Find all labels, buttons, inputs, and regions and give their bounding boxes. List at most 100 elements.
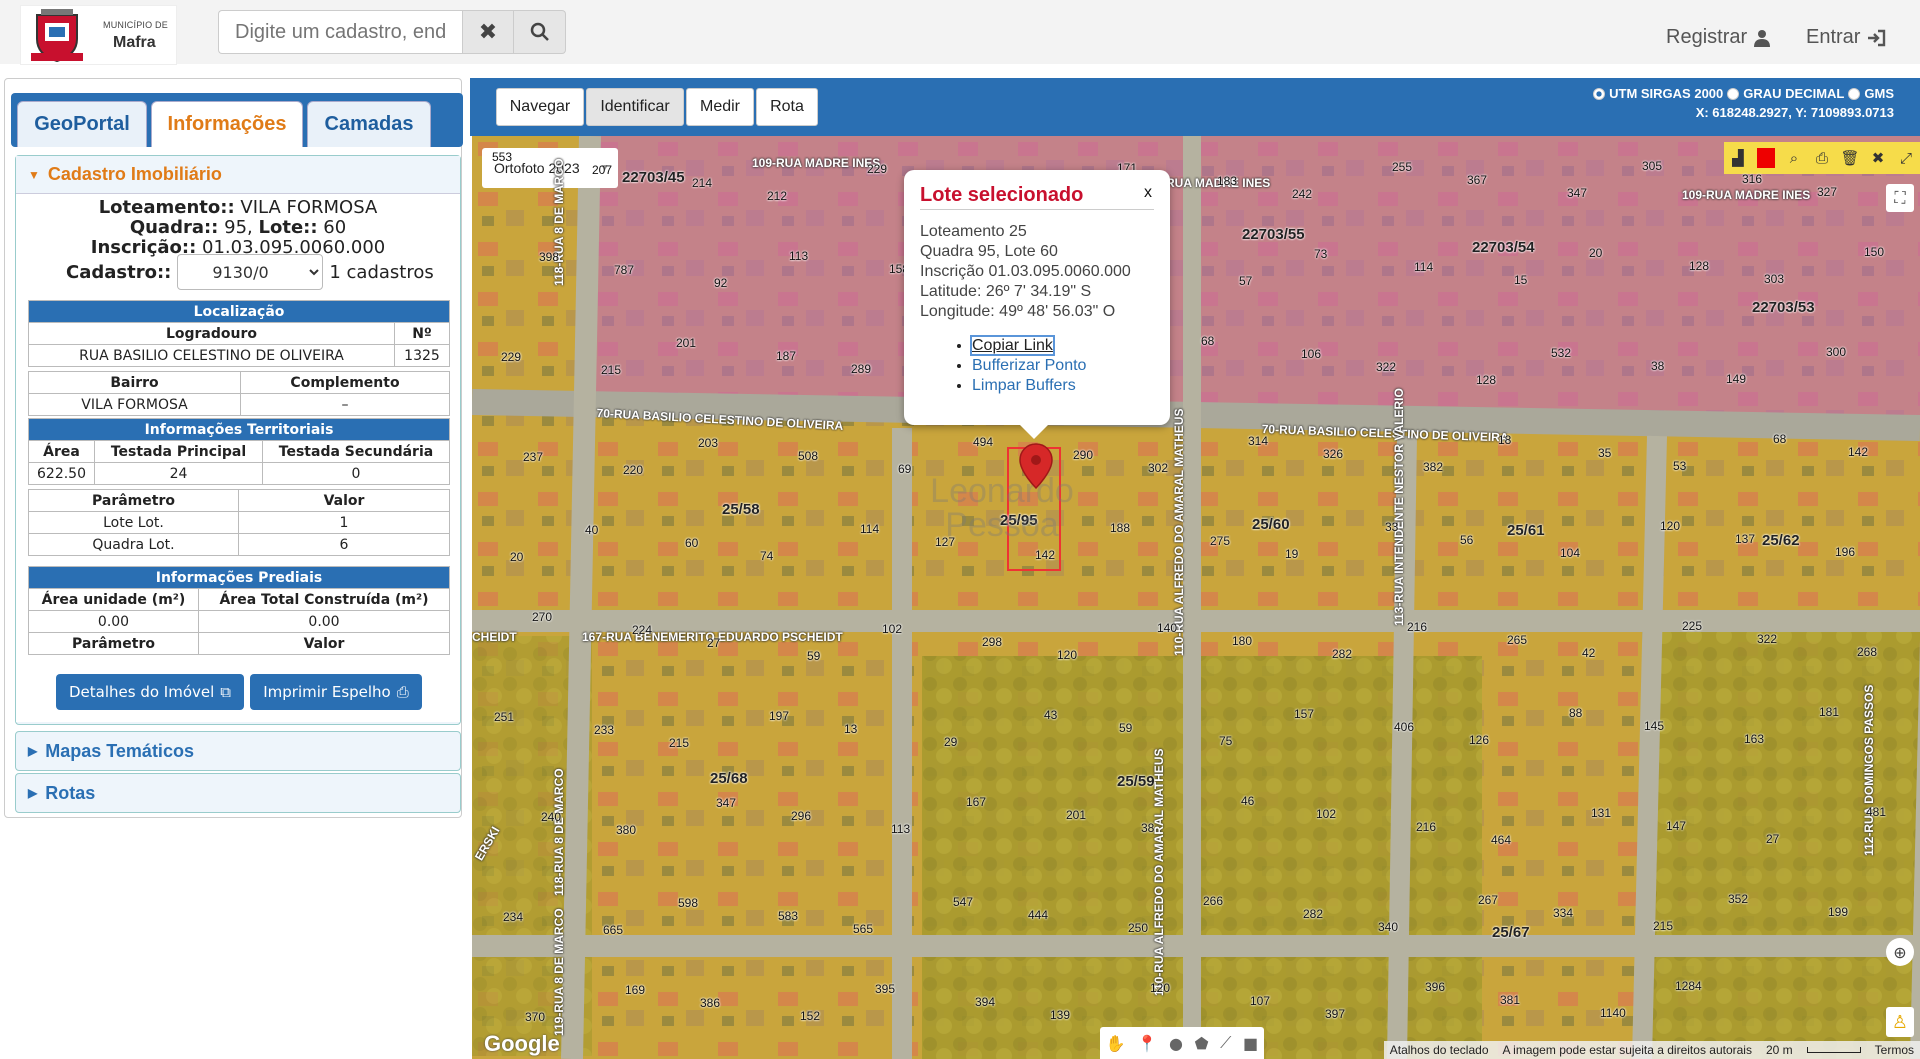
caret-down-icon: ▼ bbox=[28, 167, 40, 182]
lot-number: 322 bbox=[1376, 360, 1397, 374]
close-icon[interactable]: ✖ bbox=[1864, 144, 1892, 172]
buffer-point-link[interactable]: Bufferizar Ponto bbox=[972, 357, 1086, 374]
recenter-icon[interactable]: ⊕ bbox=[1886, 938, 1914, 966]
rotas-header[interactable]: ▶ Rotas bbox=[16, 774, 460, 812]
lot-number: 59 bbox=[1119, 721, 1133, 735]
param-value: 6 bbox=[238, 533, 450, 556]
cadastro-accordion: ▼ Cadastro Imobiliário Loteamento:: VILA… bbox=[15, 155, 461, 725]
lot-number: 340 bbox=[1378, 920, 1399, 934]
fullscreen-icon[interactable]: ⛶ bbox=[1886, 184, 1914, 212]
gms-radio[interactable] bbox=[1848, 87, 1861, 100]
navegar-button[interactable]: Navegar bbox=[496, 88, 584, 126]
medir-button[interactable]: Medir bbox=[686, 88, 754, 126]
lot-number: 157 bbox=[1294, 707, 1315, 721]
lot-number: 201 bbox=[676, 336, 697, 350]
lot-number: 152 bbox=[800, 1009, 821, 1023]
search-button[interactable] bbox=[514, 10, 566, 54]
lot-number: 20 bbox=[510, 550, 524, 564]
lot-number: 282 bbox=[1332, 647, 1353, 661]
search-input[interactable] bbox=[218, 10, 462, 54]
lot-number: 464 bbox=[1491, 833, 1512, 847]
lot-number: 27 bbox=[1766, 832, 1780, 846]
print-icon: ⎙ bbox=[396, 683, 409, 701]
tab-geoportal[interactable]: GeoPortal bbox=[17, 101, 147, 147]
polyline-icon[interactable]: ⟋ bbox=[1220, 1033, 1231, 1053]
popup-close-button[interactable]: x bbox=[1144, 184, 1152, 202]
quadra-value: 95, bbox=[224, 217, 253, 238]
lot-number: 46 bbox=[1241, 794, 1255, 808]
polygon-icon[interactable]: ⬟ bbox=[1195, 1034, 1209, 1053]
rota-button[interactable]: Rota bbox=[756, 88, 818, 126]
color-swatch[interactable] bbox=[1752, 144, 1780, 172]
details-button[interactable]: Detalhes do Imóvel ⧉ bbox=[56, 674, 244, 710]
clear-buffers-link[interactable]: Limpar Buffers bbox=[972, 377, 1076, 394]
external-link-icon: ⧉ bbox=[220, 683, 231, 701]
keyboard-shortcuts-link[interactable]: Atalhos do teclado bbox=[1390, 1043, 1489, 1057]
clear-search-button[interactable]: ✖ bbox=[462, 10, 514, 54]
lot-number: 397 bbox=[1325, 1007, 1346, 1021]
coordinate-system-selector: UTM SIRGAS 2000 GRAU DECIMAL GMS bbox=[1593, 86, 1894, 101]
street-view-icon[interactable]: ♙ bbox=[1886, 1007, 1914, 1037]
mapas-tematicos-accordion[interactable]: ▶ Mapas Temáticos bbox=[15, 731, 461, 771]
map-canvas[interactable]: Ortofoto 2023 ▼ ▟ ⌕ ⎙ 🗑 ✖ ⤢ ⛶ 109-RUA MA… bbox=[472, 136, 1920, 1059]
utm-radio[interactable] bbox=[1593, 87, 1606, 100]
caret-right-icon: ▶ bbox=[28, 744, 38, 758]
prediais-table: Informações Prediais Área unidade (m²) Á… bbox=[28, 566, 450, 655]
popup-line: Longitude: 49º 48' 56.03" O bbox=[920, 303, 1116, 320]
print-button[interactable]: Imprimir Espelho ⎙ bbox=[250, 674, 422, 710]
identificar-button[interactable]: Identificar bbox=[586, 88, 684, 126]
lot-number: 268 bbox=[1857, 645, 1878, 659]
lot-number: 57 bbox=[1239, 274, 1253, 288]
copy-link[interactable]: Copiar Link bbox=[970, 335, 1055, 356]
lot-number: 107 bbox=[1250, 994, 1271, 1008]
lot-number: 207 bbox=[592, 163, 613, 177]
lot-number: 347 bbox=[1567, 186, 1588, 200]
block-label: 22703/54 bbox=[1472, 239, 1535, 256]
trash-icon[interactable]: 🗑 bbox=[1836, 144, 1864, 172]
lot-number: 303 bbox=[1764, 272, 1785, 286]
cadastro-select[interactable]: 9130/0 bbox=[177, 254, 324, 290]
bairro-table: Bairro Complemento VILA FORMOSA – bbox=[28, 371, 450, 416]
lot-number: 102 bbox=[882, 622, 903, 636]
tab-camadas[interactable]: Camadas bbox=[307, 101, 431, 147]
terms-link[interactable]: Termos bbox=[1875, 1043, 1914, 1057]
print-icon[interactable]: ⎙ bbox=[1808, 144, 1836, 172]
sign-in-icon bbox=[1868, 29, 1886, 46]
zoom-search-icon[interactable]: ⌕ bbox=[1780, 144, 1808, 172]
header: MUNICÍPIO DE Mafra ✖ Registrar Entrar bbox=[0, 0, 1920, 65]
lot-number: 583 bbox=[778, 909, 799, 923]
lot-number: 75 bbox=[1219, 734, 1233, 748]
signal-icon[interactable]: ▟ bbox=[1724, 144, 1752, 172]
register-link[interactable]: Registrar bbox=[1666, 26, 1771, 49]
lot-number: 150 bbox=[1864, 245, 1885, 259]
login-link[interactable]: Entrar bbox=[1806, 26, 1886, 49]
municipality-logo[interactable]: MUNICÍPIO DE Mafra bbox=[20, 5, 177, 65]
lot-number: 19 bbox=[1285, 547, 1299, 561]
hand-icon[interactable]: ✋ bbox=[1106, 1034, 1126, 1053]
lot-number: 229 bbox=[867, 162, 888, 176]
lot-number: 139 bbox=[1050, 1008, 1071, 1022]
cadastro-accordion-header[interactable]: ▼ Cadastro Imobiliário bbox=[16, 156, 460, 194]
lot-number: 240 bbox=[541, 810, 562, 824]
lot-number: 126 bbox=[1469, 733, 1490, 747]
lot-number: 327 bbox=[1817, 185, 1838, 199]
lot-number: 180 bbox=[1232, 634, 1253, 648]
draw-toolbar: ✋ 📍 ● ⬟ ⟋ ■ bbox=[1100, 1027, 1264, 1059]
grau-decimal-radio[interactable] bbox=[1727, 87, 1740, 100]
mapas-tematicos-header[interactable]: ▶ Mapas Temáticos bbox=[16, 732, 460, 770]
bairro-header: Bairro bbox=[28, 371, 241, 394]
rotas-title: Rotas bbox=[45, 782, 96, 803]
lot-number: 215 bbox=[669, 736, 690, 750]
prediais-parametro-header: Parâmetro bbox=[28, 632, 199, 655]
circle-icon[interactable]: ● bbox=[1169, 1034, 1183, 1053]
tab-informacoes[interactable]: Informações bbox=[151, 101, 303, 147]
side-panel: GeoPortal Informações Camadas ▼ Cadastro… bbox=[4, 78, 463, 818]
lot-number: 367 bbox=[1467, 173, 1488, 187]
rectangle-icon[interactable]: ■ bbox=[1243, 1034, 1258, 1053]
login-label: Entrar bbox=[1806, 26, 1861, 48]
lot-number: 394 bbox=[975, 995, 996, 1009]
rotas-accordion[interactable]: ▶ Rotas bbox=[15, 773, 461, 813]
marker-icon[interactable]: 📍 bbox=[1137, 1034, 1157, 1053]
expand-icon[interactable]: ⤢ bbox=[1892, 144, 1920, 172]
lot-number: 88 bbox=[1569, 706, 1583, 720]
